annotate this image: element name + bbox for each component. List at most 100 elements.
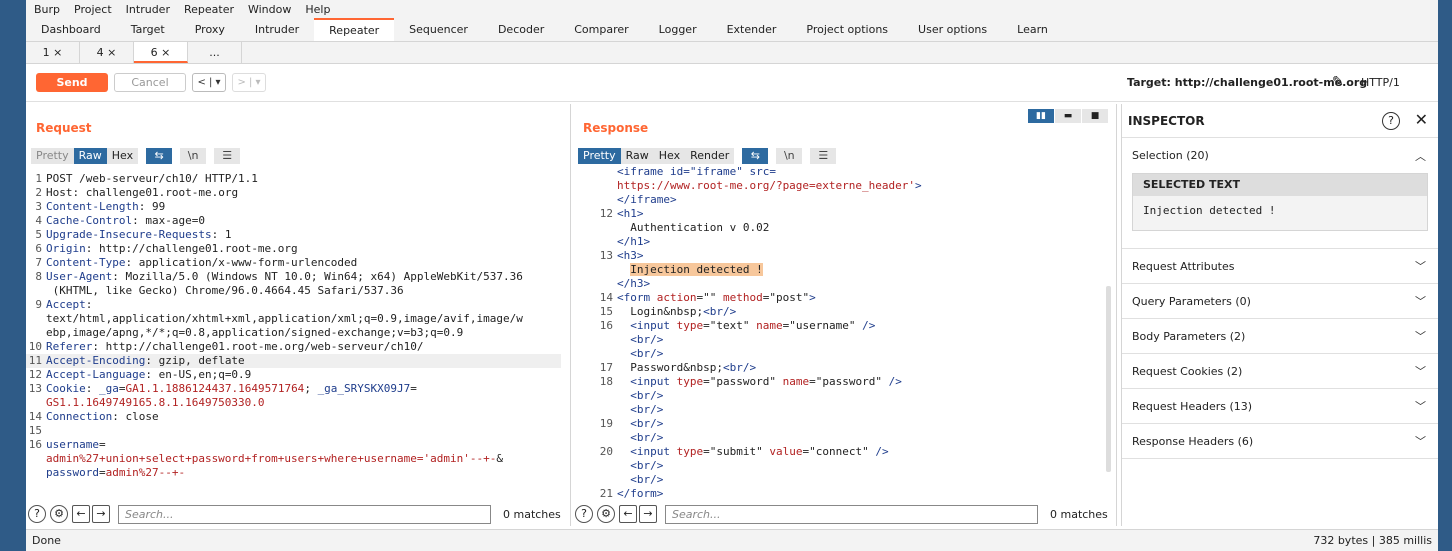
code-line: 9 Accept: [26, 298, 561, 312]
response-tab-render[interactable]: Render [685, 148, 735, 164]
menu-intruder[interactable]: Intruder [126, 3, 170, 16]
settings-gear-icon[interactable]: ⚙ [597, 505, 615, 523]
response-editor[interactable]: <iframe id="iframe" src= https://www.root… [571, 165, 1111, 500]
response-tab-raw[interactable]: Raw [620, 148, 654, 164]
cancel-button[interactable]: Cancel [114, 73, 186, 92]
subtab-1[interactable]: 1 × [26, 42, 80, 63]
tab-comparer[interactable]: Comparer [559, 18, 643, 41]
inspector-request-attributes[interactable]: Request Attributes ﹀ [1122, 249, 1438, 284]
history-back-button[interactable]: < | ▾ [192, 73, 226, 92]
tab-user-options[interactable]: User options [903, 18, 1002, 41]
chevron-down-icon[interactable]: ﹀ [1415, 258, 1426, 274]
tab-target[interactable]: Target [116, 18, 180, 41]
pencil-icon[interactable]: ✎ [1332, 74, 1344, 90]
settings-gear-icon[interactable]: ⚙ [50, 505, 68, 523]
menu-burp[interactable]: Burp [34, 3, 60, 16]
menu-repeater[interactable]: Repeater [184, 3, 234, 16]
chevron-down-icon[interactable]: ﹀ [1415, 398, 1426, 414]
code-token: Password&nbsp; [617, 361, 723, 374]
request-tab-pretty[interactable]: Pretty [31, 148, 74, 164]
inspector-response-headers-6[interactable]: Response Headers (6) ﹀ [1122, 424, 1438, 459]
request-editor[interactable]: 1 POST /web-serveur/ch10/ HTTP/1.1 2 Host: … [26, 172, 561, 500]
help-icon[interactable]: ? [28, 505, 46, 523]
tab-decoder[interactable]: Decoder [483, 18, 559, 41]
response-search-input[interactable]: Search... [665, 504, 1038, 524]
chevron-down-icon[interactable]: ﹀ [1415, 363, 1426, 379]
code-token: admin%27--+- [105, 466, 186, 479]
code-token: <br/> [630, 459, 664, 472]
line-text: <br/> [617, 431, 1111, 445]
tab-proxy[interactable]: Proxy [180, 18, 240, 41]
request-tab-raw[interactable]: Raw [73, 148, 107, 164]
code-token: : max-age=0 [132, 214, 205, 227]
tab-project-options[interactable]: Project options [791, 18, 903, 41]
inspector-query-parameters-0[interactable]: Query Parameters (0) ﹀ [1122, 284, 1438, 319]
menu-window[interactable]: Window [248, 3, 291, 16]
inspector-request-cookies-2[interactable]: Request Cookies (2) ﹀ [1122, 354, 1438, 389]
side-by-side-layout-icon[interactable]: ▮▮ [1028, 109, 1054, 123]
code-line: <iframe id="iframe" src= [571, 165, 1111, 179]
code-token: ="username" [782, 319, 863, 332]
tab-sequencer[interactable]: Sequencer [394, 18, 483, 41]
response-tab-hex[interactable]: Hex [653, 148, 686, 164]
line-text: Injection detected ! [617, 263, 1111, 277]
search-prev-icon[interactable]: ← [619, 505, 637, 523]
code-token: : Mozilla/5.0 (Windows NT 10.0; Win64; x… [112, 270, 523, 283]
tab-intruder[interactable]: Intruder [240, 18, 314, 41]
tab-logger[interactable]: Logger [644, 18, 712, 41]
search-next-icon[interactable]: → [639, 505, 657, 523]
tab-learn[interactable]: Learn [1002, 18, 1063, 41]
line-text: User-Agent: Mozilla/5.0 (Windows NT 10.0… [46, 270, 561, 284]
code-token: > [809, 291, 816, 304]
menu-icon[interactable]: ☰ [214, 148, 241, 164]
inspector-selection[interactable]: Selection (20) ︿ [1122, 138, 1438, 173]
subtab-2[interactable]: 4 × [80, 42, 134, 63]
selected-text-value[interactable]: Injection detected ! [1133, 196, 1427, 230]
newline-icon[interactable]: \n [180, 148, 207, 164]
section-label: Query Parameters (0) [1132, 294, 1251, 308]
inspector-request-headers-13[interactable]: Request Headers (13) ﹀ [1122, 389, 1438, 424]
line-number [571, 165, 617, 179]
line-text: POST /web-serveur/ch10/ HTTP/1.1 [46, 172, 561, 186]
response-scrollbar[interactable] [1106, 286, 1111, 472]
code-line: <br/> [571, 431, 1111, 445]
code-line: 11 Accept-Encoding: gzip, deflate [26, 354, 561, 368]
search-next-icon[interactable]: → [92, 505, 110, 523]
response-tab-pretty[interactable]: Pretty [578, 148, 621, 164]
history-forward-button[interactable]: > | ▾ [232, 73, 266, 92]
wrap-icon[interactable]: ⇆ [146, 148, 173, 164]
menu-project[interactable]: Project [74, 3, 112, 16]
tab-repeater[interactable]: Repeater [314, 18, 395, 41]
subtab-3[interactable]: 6 × [134, 42, 188, 63]
newline-icon[interactable]: \n [776, 148, 803, 164]
code-token: type [676, 319, 704, 332]
top-bottom-layout-icon[interactable]: ▬ [1055, 109, 1081, 123]
line-number: 3 [35, 200, 42, 213]
menu-help[interactable]: Help [305, 3, 330, 16]
chevron-down-icon[interactable]: ﹀ [1415, 328, 1426, 344]
tab-extender[interactable]: Extender [712, 18, 792, 41]
inspector-body-parameters-2[interactable]: Body Parameters (2) ﹀ [1122, 319, 1438, 354]
subtab-4[interactable]: ... [188, 42, 242, 63]
request-tab-hex[interactable]: Hex [106, 148, 139, 164]
http-version[interactable]: HTTP/1 [1361, 76, 1400, 89]
send-button[interactable]: Send [36, 73, 108, 92]
tab-dashboard[interactable]: Dashboard [26, 18, 116, 41]
chevron-up-icon[interactable]: ︿ [1415, 148, 1426, 164]
menu-icon[interactable]: ☰ [810, 148, 837, 164]
code-token: <input [630, 445, 677, 458]
close-icon[interactable]: ✕ [1415, 110, 1428, 129]
code-line: </h1> [571, 235, 1111, 249]
request-search-input[interactable]: Search... [118, 504, 491, 524]
chevron-down-icon[interactable]: ﹀ [1415, 293, 1426, 309]
tabs-layout-icon[interactable]: ■ [1082, 109, 1108, 123]
help-icon[interactable]: ? [1382, 112, 1400, 130]
search-prev-icon[interactable]: ← [72, 505, 90, 523]
wrap-icon[interactable]: ⇆ [742, 148, 769, 164]
line-text: Content-Type: application/x-www-form-url… [46, 256, 561, 270]
help-icon[interactable]: ? [575, 505, 593, 523]
line-number [571, 431, 617, 445]
inspector-divider[interactable] [1116, 104, 1117, 526]
code-token: <h1> [617, 207, 644, 220]
chevron-down-icon[interactable]: ﹀ [1415, 433, 1426, 449]
